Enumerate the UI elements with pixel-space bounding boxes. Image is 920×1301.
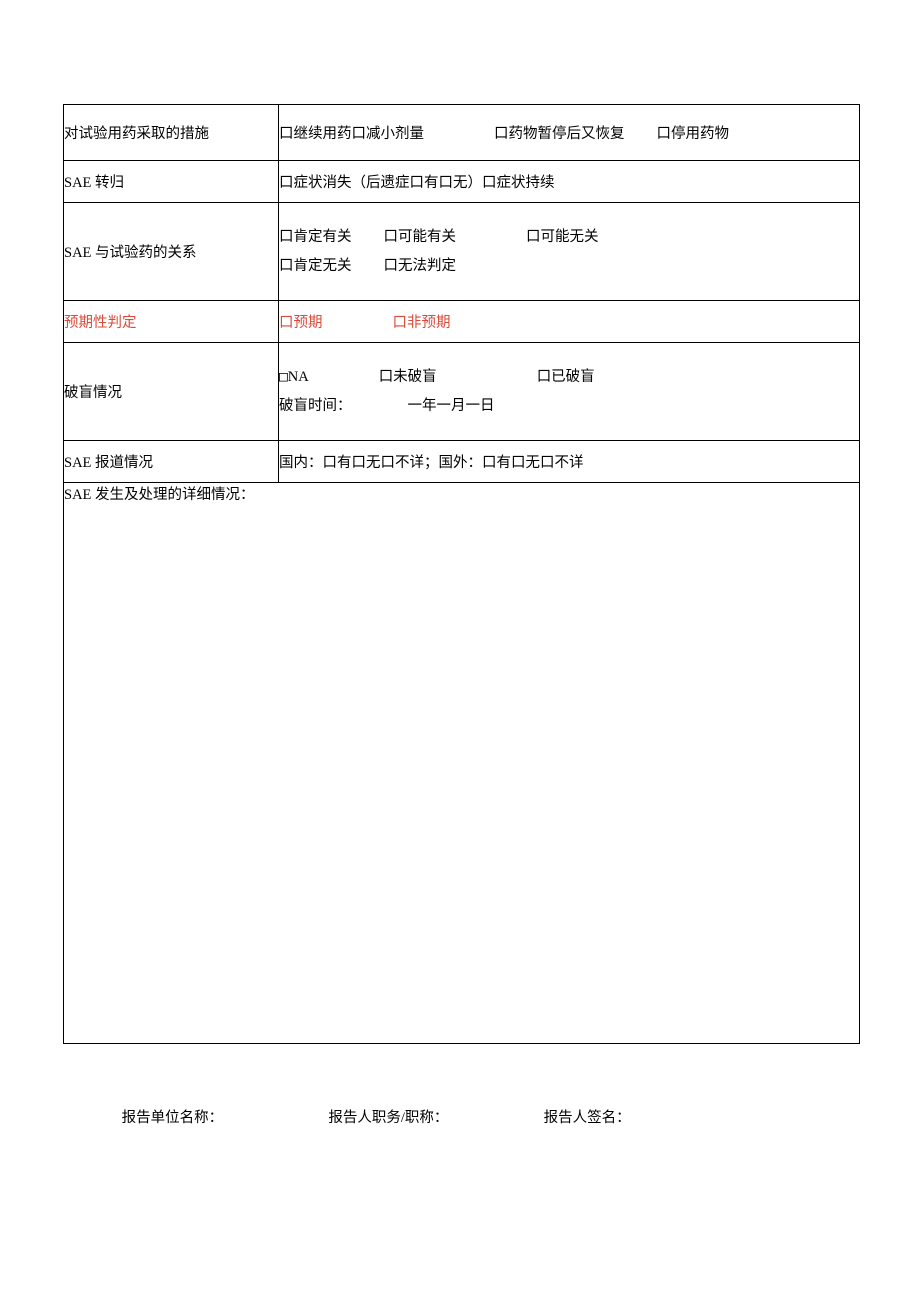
cell-report-status: 国内：口有口无口不详；国外：口有口无口不详 [279, 441, 860, 483]
sig-sign-label: 报告人签名： [544, 1106, 631, 1127]
opt-possible-no[interactable]: 口可能无关 [526, 223, 599, 252]
cell-measures: 口继续用药口减小剂量 口药物暂停后又恢复 口停用药物 [279, 105, 860, 161]
opt-possible-yes[interactable]: 口可能有关 [384, 223, 457, 252]
sig-title-label: 报告人职务/职称： [328, 1106, 448, 1127]
cell-detail[interactable]: SAE 发生及处理的详细情况： [64, 483, 860, 1044]
opt-outcome-text[interactable]: 口症状消失（后遗症口有口无）口症状持续 [279, 175, 555, 191]
cell-unblind: □NA 口未破盲 口已破盲 破盲时间： 一年一月一日 [279, 343, 860, 441]
checkbox-icon: □ [279, 369, 288, 385]
label-measures: 对试验用药采取的措施 [64, 105, 279, 161]
opt-definite-no[interactable]: 口肯定无关 [279, 252, 352, 281]
opt-undetermined[interactable]: 口无法判定 [384, 252, 457, 281]
unblind-time-value[interactable]: 一年一月一日 [408, 398, 495, 414]
opt-unexpected[interactable]: 口非预期 [393, 311, 451, 332]
label-relation: SAE 与试验药的关系 [64, 203, 279, 301]
opt-unblinded[interactable]: 口已破盲 [537, 363, 595, 392]
label-outcome: SAE 转归 [64, 161, 279, 203]
label-expectation: 预期性判定 [64, 301, 279, 343]
opt-not-unblinded[interactable]: 口未破盲 [379, 363, 437, 392]
cell-expectation: 口预期 口非预期 [279, 301, 860, 343]
opt-definite-yes[interactable]: 口肯定有关 [279, 223, 352, 252]
opt-pause-resume[interactable]: 口药物暂停后又恢复 [494, 122, 625, 143]
label-report-status: SAE 报道情况 [64, 441, 279, 483]
signature-line: 报告单位名称： 报告人职务/职称： 报告人签名： [63, 1106, 860, 1127]
opt-expected[interactable]: 口预期 [279, 311, 323, 332]
cell-relation: 口肯定有关 口可能有关 口可能无关 口肯定无关 口无法判定 [279, 203, 860, 301]
detail-heading: SAE 发生及处理的详细情况： [64, 487, 255, 503]
sae-form-table: 对试验用药采取的措施 口继续用药口减小剂量 口药物暂停后又恢复 口停用药物 SAE … [63, 104, 860, 1044]
opt-reduce[interactable]: 口减小剂量 [352, 122, 425, 143]
unblind-time-label: 破盲时间： [279, 398, 352, 414]
label-unblind: 破盲情况 [64, 343, 279, 441]
opt-stop[interactable]: 口停用药物 [657, 122, 730, 143]
cell-outcome: 口症状消失（后遗症口有口无）口症状持续 [279, 161, 860, 203]
sig-unit-label: 报告单位名称： [122, 1106, 224, 1127]
opt-report-text[interactable]: 国内：口有口无口不详；国外：口有口无口不详 [279, 455, 584, 471]
opt-na[interactable]: □NA [279, 363, 309, 392]
opt-continue[interactable]: 口继续用药 [279, 122, 352, 143]
